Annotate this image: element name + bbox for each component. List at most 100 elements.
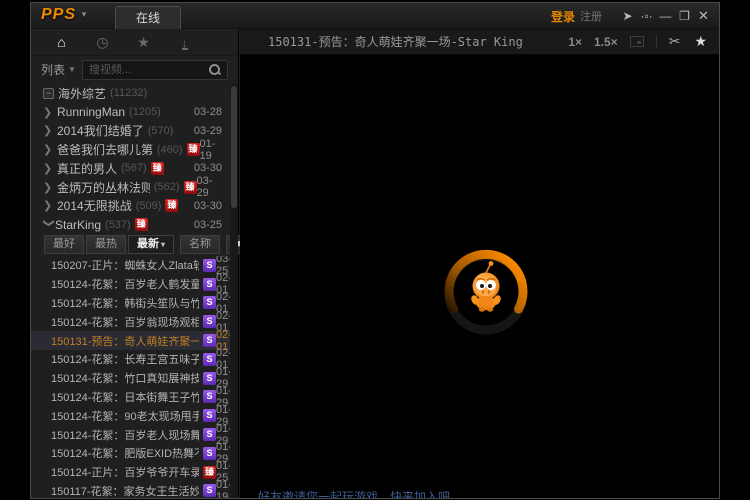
pin-icon[interactable]: ➤ bbox=[618, 3, 637, 29]
category-row[interactable]: ❯2014无限挑战(509)臻03-30 bbox=[31, 197, 230, 216]
home-icon[interactable]: ⌂ bbox=[41, 34, 82, 50]
pps-logo[interactable]: PPS ▼ bbox=[41, 6, 89, 24]
search-box[interactable] bbox=[82, 60, 228, 80]
episode-row[interactable]: 150124-花絮：百岁老人现场舞...S01-29 bbox=[31, 425, 230, 444]
premium-hd-badge: 臻 bbox=[184, 181, 197, 194]
now-playing-title: 150131-预告：奇人萌娃齐聚一场-Star King bbox=[268, 33, 523, 50]
category-row[interactable]: −海外综艺(11232) bbox=[31, 84, 230, 103]
category-count: (537) bbox=[105, 219, 131, 231]
sort-tab-最热[interactable]: 最热 bbox=[86, 235, 126, 254]
episode-title: 150124-花絮：百岁老人鹤发童... bbox=[51, 276, 199, 292]
category-date: 03-29 bbox=[197, 175, 222, 199]
category-row[interactable]: ❯金炳万的丛林法则3(562)臻03-29 bbox=[31, 178, 230, 197]
pps-app-window: PPS ▼ 在线 登录 注册 ➤ ·▫· — ❐ ✕ ⌂ ◷ ★ ↓ 列表 ▼ bbox=[30, 2, 720, 499]
episode-date: 01-19 bbox=[216, 479, 230, 498]
quality-badge: S bbox=[203, 353, 216, 366]
sort-tab-最好[interactable]: 最好 bbox=[44, 235, 84, 254]
register-link[interactable]: 注册 bbox=[580, 8, 602, 24]
search-row: 列表 ▼ bbox=[31, 56, 238, 83]
download-arrow-glyph: ↓ bbox=[182, 38, 188, 50]
quality-badge: S bbox=[203, 409, 216, 422]
episode-row[interactable]: 150124-花絮：百岁翁现场观相...S02-01 bbox=[31, 312, 230, 331]
category-label: 海外综艺 bbox=[58, 85, 106, 102]
episode-title: 150124-花絮：百岁老人现场舞... bbox=[51, 427, 199, 443]
episode-title: 150207-正片：蜘蛛女人Zlata软... bbox=[51, 257, 199, 273]
episode-row[interactable]: 150124-花絮：百岁老人鹤发童...S02-01 bbox=[31, 275, 230, 294]
chevron-right-icon[interactable]: ❯ bbox=[43, 143, 57, 156]
mini-mode-icon[interactable]: ·▫· bbox=[637, 3, 656, 29]
quality-badge: S bbox=[203, 372, 216, 385]
category-row[interactable]: ❯StarKing(537)臻03-25 bbox=[31, 215, 230, 234]
episode-row[interactable]: 150124-花絮：韩街头笙队与竹...S02-01 bbox=[31, 294, 230, 313]
minimize-icon[interactable]: — bbox=[656, 3, 675, 29]
episode-title: 150131-预告：奇人萌娃齐聚一... bbox=[51, 333, 199, 349]
sort-tab-名称[interactable]: 名称 bbox=[180, 235, 220, 254]
episode-row[interactable]: 150207-正片：蜘蛛女人Zlata软...S03-25 bbox=[31, 256, 230, 275]
search-icon[interactable] bbox=[208, 63, 222, 77]
logo-dropdown-caret-icon[interactable]: ▼ bbox=[80, 10, 89, 19]
chevron-down-icon[interactable]: ❯ bbox=[43, 219, 56, 231]
chevron-right-icon[interactable]: ❯ bbox=[43, 162, 57, 175]
tab-online[interactable]: 在线 bbox=[115, 6, 181, 29]
category-label: RunningMan bbox=[57, 105, 125, 119]
scrollbar-thumb[interactable] bbox=[231, 86, 237, 208]
episode-row[interactable]: 150124-花絮：长寿王宫五味子...S02-01 bbox=[31, 350, 230, 369]
quality-badge: S bbox=[203, 296, 216, 309]
sort-tab-label: 最热 bbox=[95, 238, 117, 250]
premium-hd-badge: 臻 bbox=[187, 143, 200, 156]
category-row[interactable]: ❯爸爸我们去哪儿第二季(460)臻01-19 bbox=[31, 140, 230, 159]
speed-1x-button[interactable]: 1× bbox=[568, 35, 582, 49]
speed-15x-button[interactable]: 1.5× bbox=[594, 35, 618, 49]
favorite-star-icon[interactable]: ★ bbox=[694, 33, 707, 50]
pps-mascot bbox=[469, 261, 501, 312]
episode-row[interactable]: 150131-预告：奇人萌娃齐聚一...S02-01 bbox=[31, 331, 230, 350]
episode-row[interactable]: 150124-花絮：竹口真知展神技...S01-29 bbox=[31, 369, 230, 388]
desktop-background: PPS ▼ 在线 登录 注册 ➤ ·▫· — ❐ ✕ ⌂ ◷ ★ ↓ 列表 ▼ bbox=[0, 0, 750, 500]
player-toolbar-right: 1× 1.5× ✂ ★ bbox=[556, 33, 707, 50]
list-dropdown-caret-icon[interactable]: ▼ bbox=[68, 65, 76, 74]
close-icon[interactable]: ✕ bbox=[694, 3, 713, 29]
chevron-right-icon[interactable]: ❯ bbox=[43, 124, 57, 137]
maximize-icon[interactable]: ❐ bbox=[675, 3, 694, 29]
category-list: −海外综艺(11232)❯RunningMan(1205)03-28❯2014我… bbox=[31, 84, 230, 234]
category-label: 2014我们结婚了 bbox=[57, 122, 144, 139]
download-icon[interactable]: ↓ bbox=[164, 34, 205, 50]
pps-logo-text: PPS bbox=[41, 6, 76, 23]
episode-title: 150124-花絮：90老太现场甩手... bbox=[51, 408, 199, 424]
premium-hd-badge: 臻 bbox=[135, 218, 148, 231]
player-pane: 150131-预告：奇人萌娃齐聚一场-Star King 1× 1.5× ✂ ★ bbox=[240, 29, 719, 498]
episode-row[interactable]: 150124-花絮：90老太现场甩手...S01-29 bbox=[31, 406, 230, 425]
mini-screen-icon[interactable] bbox=[630, 36, 644, 47]
video-area[interactable]: 好友邀请您一起玩游戏，快来加入吧 bbox=[240, 55, 719, 498]
quality-badge: S bbox=[203, 334, 216, 347]
category-count: (567) bbox=[121, 162, 147, 174]
episode-title: 150124-花絮：韩街头笙队与竹... bbox=[51, 295, 199, 311]
episode-row[interactable]: 150124-正片：百岁爷爷开车录...臻01-25 bbox=[31, 463, 230, 482]
clip-scissors-icon[interactable]: ✂ bbox=[669, 33, 681, 50]
promo-link[interactable]: 好友邀请您一起玩游戏，快来加入吧 bbox=[258, 488, 450, 498]
chevron-right-icon[interactable]: ❯ bbox=[43, 199, 57, 212]
chevron-right-icon[interactable]: ❯ bbox=[43, 181, 57, 194]
collapse-group-icon[interactable]: − bbox=[43, 88, 54, 99]
sidebar-scrollbar[interactable] bbox=[230, 84, 238, 498]
favorites-star-icon[interactable]: ★ bbox=[123, 34, 164, 51]
premium-hd-badge: 臻 bbox=[151, 162, 164, 175]
episode-title: 150124-正片：百岁爷爷开车录... bbox=[51, 464, 199, 480]
history-clock-icon[interactable]: ◷ bbox=[82, 34, 123, 51]
episode-row[interactable]: 150124-花絮：肥版EXID热舞不...S01-29 bbox=[31, 444, 230, 463]
episode-title: 150124-花絮：竹口真知展神技... bbox=[51, 370, 199, 386]
search-input[interactable] bbox=[83, 64, 208, 76]
sort-tab-最新[interactable]: 最新▾ bbox=[128, 235, 174, 254]
titlebar[interactable]: PPS ▼ 在线 登录 注册 ➤ ·▫· — ❐ ✕ bbox=[31, 3, 719, 29]
category-date: 03-25 bbox=[194, 219, 222, 231]
login-link[interactable]: 登录 bbox=[551, 8, 575, 25]
quality-badge: S bbox=[203, 484, 216, 497]
chevron-right-icon[interactable]: ❯ bbox=[43, 106, 57, 119]
episode-row[interactable]: 150117-花絮：家务女王生活妙...S01-19 bbox=[31, 482, 230, 498]
category-row[interactable]: ❯RunningMan(1205)03-28 bbox=[31, 103, 230, 122]
episode-row[interactable]: 150124-花絮：日本街舞王子竹...S01-29 bbox=[31, 388, 230, 407]
category-date: 01-19 bbox=[200, 138, 222, 162]
category-date: 03-28 bbox=[194, 106, 222, 118]
list-mode-dropdown[interactable]: 列表 bbox=[41, 61, 65, 78]
player-toolbar: 150131-预告：奇人萌娃齐聚一场-Star King 1× 1.5× ✂ ★ bbox=[240, 29, 719, 55]
